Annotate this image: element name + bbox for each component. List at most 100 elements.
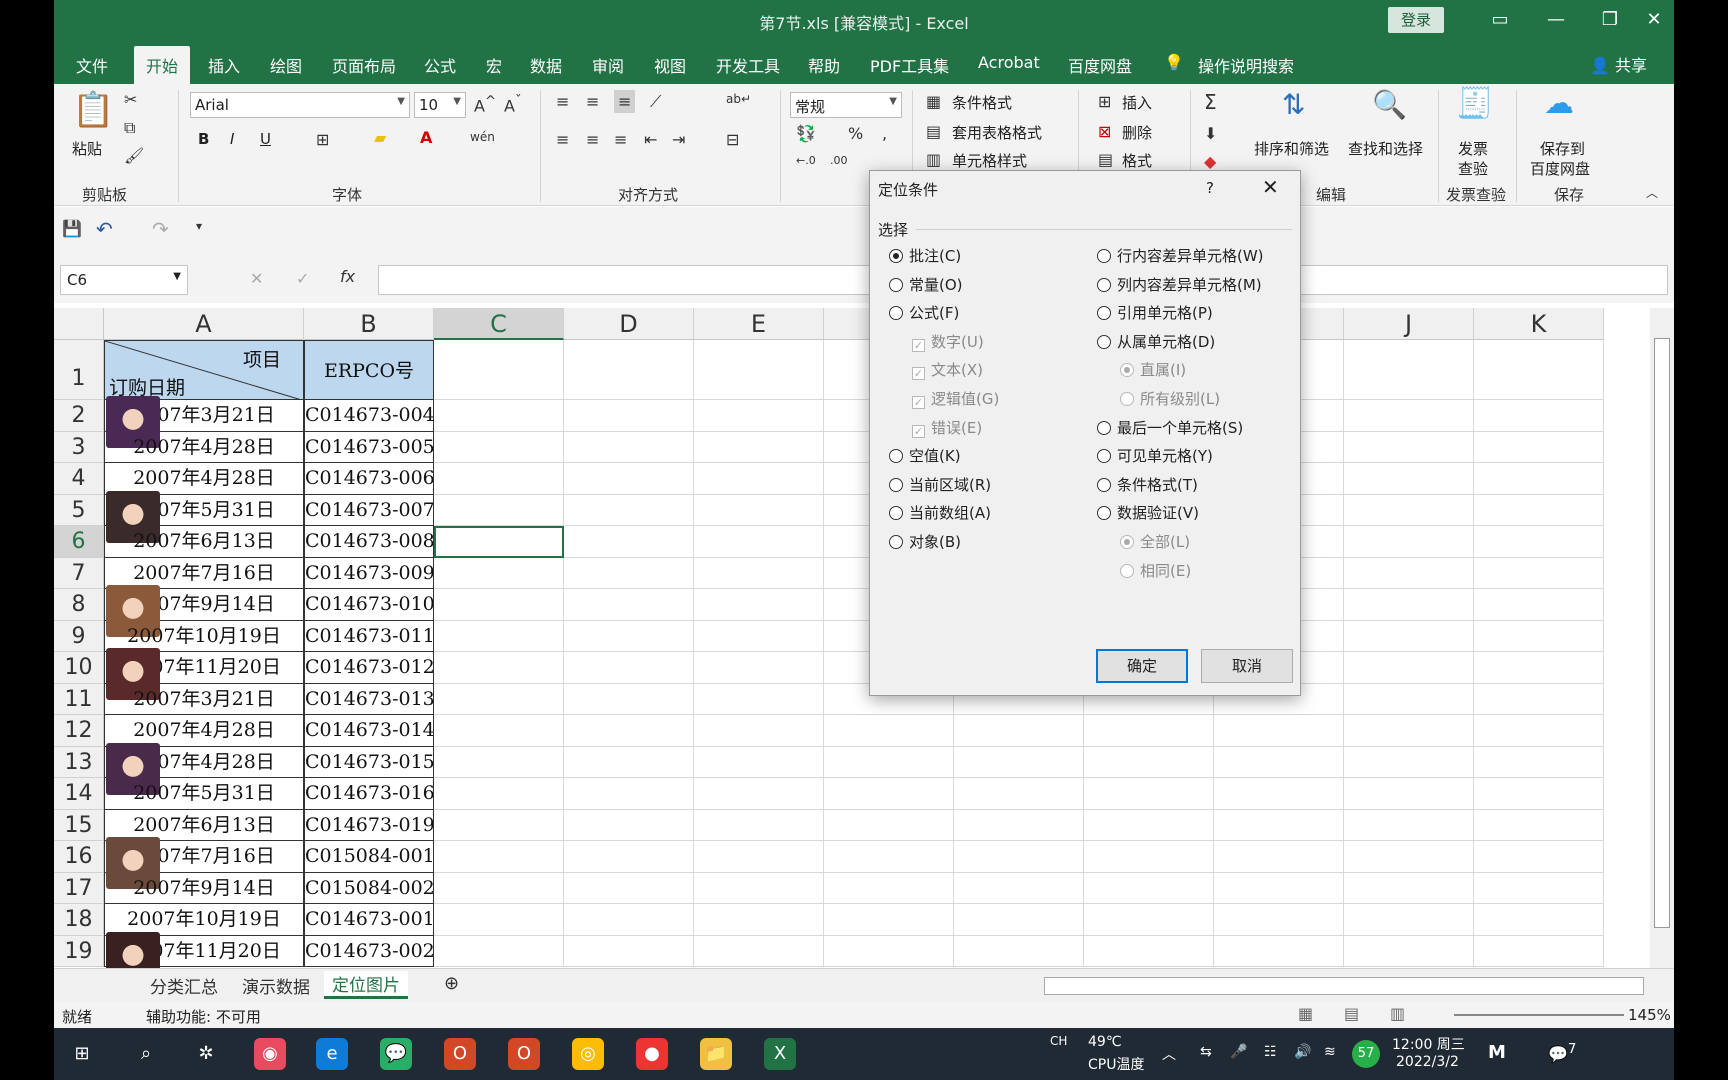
option-radio[interactable]: 条件格式(T)	[1097, 474, 1198, 495]
empty-cell[interactable]	[954, 841, 1084, 873]
option-radio[interactable]: 当前区域(R)	[889, 474, 991, 495]
cancel-button[interactable]: 取消	[1201, 649, 1293, 683]
clear-icon[interactable]: ◆	[1204, 152, 1216, 171]
empty-cell[interactable]	[564, 746, 694, 778]
pinwheel-app-icon[interactable]: ✲	[190, 1038, 222, 1070]
empty-cell[interactable]	[1214, 841, 1344, 873]
row-header[interactable]: 17	[54, 872, 104, 904]
empty-cell[interactable]	[1344, 904, 1474, 936]
ok-button[interactable]: 确定	[1096, 649, 1188, 683]
tab-page-layout[interactable]: 页面布局	[332, 53, 396, 77]
row-header[interactable]: 10	[54, 652, 104, 684]
empty-cell[interactable]	[564, 463, 694, 495]
empty-cell[interactable]	[694, 431, 824, 463]
tell-me-search[interactable]: 操作说明搜索	[1198, 53, 1294, 77]
empty-cell[interactable]	[694, 809, 824, 841]
help-icon[interactable]: ?	[1206, 179, 1214, 197]
erpco-cell[interactable]: C015084-001	[304, 841, 434, 873]
empty-cell[interactable]	[1474, 715, 1604, 747]
empty-cell[interactable]	[1344, 778, 1474, 810]
order-date-cell[interactable]: 2007年4月28日	[104, 715, 304, 747]
confirm-entry-icon[interactable]: ✓	[296, 269, 309, 288]
windows-start-icon[interactable]: ⊞	[66, 1038, 98, 1070]
order-date-cell[interactable]: 2007年4月28日	[104, 431, 304, 463]
clock-date[interactable]: 2022/3/2	[1396, 1054, 1459, 1070]
align-bottom-icon[interactable]: ≡	[614, 90, 636, 113]
empty-cell[interactable]	[824, 746, 954, 778]
page-layout-view-icon[interactable]: ▤	[1344, 1004, 1359, 1023]
tab-data[interactable]: 数据	[530, 53, 562, 77]
order-date-cell[interactable]: 2007年3月21日	[104, 683, 304, 715]
tab-view[interactable]: 视图	[654, 53, 686, 77]
empty-cell[interactable]	[1344, 589, 1474, 621]
option-radio[interactable]: 从属单元格(D)	[1097, 331, 1215, 352]
empty-cell[interactable]	[1344, 557, 1474, 589]
empty-cell[interactable]	[694, 778, 824, 810]
accessibility-status[interactable]: 辅助功能: 不可用	[146, 1006, 261, 1027]
empty-cell[interactable]	[824, 935, 954, 967]
input-method-icon[interactable]: M	[1488, 1042, 1506, 1063]
empty-cell[interactable]	[1344, 809, 1474, 841]
increase-font-icon[interactable]: A^	[474, 94, 496, 115]
empty-cell[interactable]	[564, 589, 694, 621]
empty-cell[interactable]	[1344, 872, 1474, 904]
empty-cell[interactable]	[1474, 841, 1604, 873]
row-header[interactable]: 4	[54, 463, 104, 495]
empty-cell[interactable]	[694, 494, 824, 526]
erpco-cell[interactable]: C014673-013	[304, 683, 434, 715]
empty-cell[interactable]	[1084, 872, 1214, 904]
empty-cell[interactable]	[1344, 526, 1474, 558]
empty-cell[interactable]	[954, 746, 1084, 778]
option-radio[interactable]: 数据验证(V)	[1097, 502, 1199, 523]
empty-cell[interactable]	[1084, 841, 1214, 873]
chevron-up-icon[interactable]: ︿	[1162, 1044, 1176, 1064]
erpco-cell[interactable]: C015084-002	[304, 872, 434, 904]
column-header-a[interactable]: A	[104, 308, 304, 340]
empty-cell[interactable]	[1344, 683, 1474, 715]
file-explorer-icon[interactable]: 📁	[700, 1038, 732, 1070]
fill-color-icon[interactable]: ▰	[374, 128, 386, 147]
empty-cell[interactable]	[694, 400, 824, 432]
decrease-decimal-icon[interactable]: .00	[830, 154, 848, 167]
font-name-combo[interactable]: Arial ▼	[190, 92, 410, 118]
notification-icon[interactable]: 💬7	[1548, 1042, 1576, 1063]
erpco-cell[interactable]: C014673-012	[304, 652, 434, 684]
empty-cell[interactable]	[954, 715, 1084, 747]
empty-cell[interactable]	[1344, 400, 1474, 432]
wrap-text-icon[interactable]: ab↵	[726, 92, 751, 106]
save-baidu-line1[interactable]: 保存到	[1540, 138, 1585, 159]
empty-cell[interactable]	[434, 557, 564, 589]
ribbon-display-icon[interactable]: ▭	[1480, 6, 1520, 34]
empty-cell[interactable]	[1474, 746, 1604, 778]
sheet-tab-locate-images[interactable]: 定位图片	[324, 971, 408, 999]
tab-review[interactable]: 审阅	[592, 53, 624, 77]
sheet-tab-demo[interactable]: 演示数据	[242, 973, 310, 998]
empty-cell[interactable]	[824, 778, 954, 810]
empty-cell[interactable]	[434, 746, 564, 778]
percent-icon[interactable]: %	[848, 124, 863, 143]
delete-cells-button[interactable]: 删除	[1122, 122, 1152, 143]
insert-cells-button[interactable]: 插入	[1122, 92, 1152, 113]
empty-cell[interactable]	[434, 494, 564, 526]
erpco-cell[interactable]: C014673-011	[304, 620, 434, 652]
avatar-image[interactable]	[106, 931, 160, 970]
empty-cell[interactable]	[824, 841, 954, 873]
tab-acrobat[interactable]: Acrobat	[978, 53, 1040, 72]
insert-function-icon[interactable]: fx	[340, 267, 355, 286]
cut-icon[interactable]: ✂	[124, 90, 137, 109]
empty-cell[interactable]	[1474, 526, 1604, 558]
empty-cell[interactable]	[1344, 841, 1474, 873]
format-painter-icon[interactable]: 🖌	[124, 146, 144, 165]
empty-cell[interactable]	[824, 904, 954, 936]
undo-icon[interactable]: ↶	[96, 217, 113, 241]
erpco-cell[interactable]: C014673-015	[304, 746, 434, 778]
copy-icon[interactable]: ⧉	[124, 118, 135, 138]
empty-cell[interactable]	[564, 904, 694, 936]
empty-cell[interactable]	[694, 340, 824, 400]
empty-cell[interactable]	[694, 841, 824, 873]
zoom-slider[interactable]	[1454, 1014, 1624, 1016]
horizontal-scrollbar[interactable]	[1044, 977, 1644, 995]
row-header[interactable]: 2	[54, 400, 104, 432]
option-radio[interactable]: 对象(B)	[889, 531, 961, 552]
accounting-icon[interactable]: 💱	[796, 124, 816, 143]
